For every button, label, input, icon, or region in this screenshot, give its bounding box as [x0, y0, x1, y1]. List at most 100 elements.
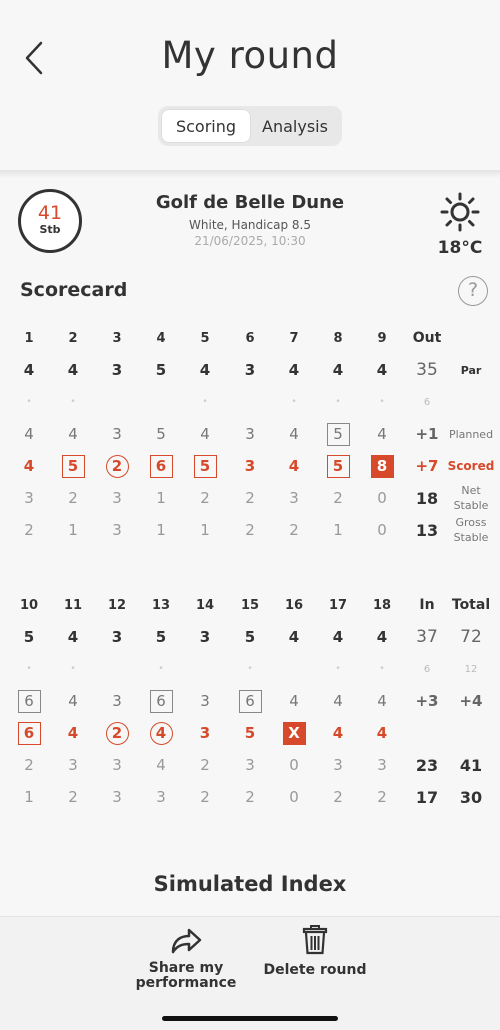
planned-score-value: 4 — [289, 692, 299, 710]
scored-value-value: 5 — [199, 457, 211, 475]
stroke-dot: • — [323, 387, 353, 417]
gross-stableford: 2 — [235, 782, 265, 812]
planned-score-value: 4 — [68, 425, 78, 443]
planned-score: 4 — [279, 419, 309, 449]
stableford-unit: Stb — [39, 223, 61, 236]
back-total-net: 23 — [415, 755, 439, 775]
back-scored-value-row: 6 4 2 4 3 5 X 4 4 — [0, 718, 500, 748]
scored-value-value: 2 — [111, 457, 123, 475]
grand-total-par: 72 — [460, 627, 482, 647]
planned-score-value: 3 — [200, 692, 210, 710]
net-stableford-value: 3 — [24, 489, 34, 507]
front-total-net: 18 — [415, 488, 439, 508]
hole-number-value: 1 — [24, 330, 34, 346]
net-stableford: 2 — [323, 483, 353, 513]
scored-value-square-marker: 6 — [17, 721, 41, 745]
stroke-dot: • — [14, 387, 44, 417]
scored-value: 6 — [146, 451, 176, 481]
stroke-dot: • — [367, 387, 397, 417]
gross-stableford: 3 — [102, 782, 132, 812]
scored-value: 2 — [102, 451, 132, 481]
gross-stableford: 2 — [279, 515, 309, 545]
net-stableford: 2 — [14, 750, 44, 780]
stroke-dot-value: • — [379, 397, 385, 407]
hole-number-value: 6 — [245, 330, 255, 346]
gross-stableford: 2 — [367, 782, 397, 812]
gross-stableford-value: 3 — [112, 788, 122, 806]
front-total-strokes: 6 — [423, 396, 431, 408]
hole-par: 3 — [235, 355, 265, 385]
gross-stableford: 1 — [14, 782, 44, 812]
stroke-dot — [146, 387, 176, 417]
scored-value-value: 4 — [67, 724, 79, 742]
gross-stableford: 1 — [190, 515, 220, 545]
net-stableford-value: 3 — [112, 756, 122, 774]
planned-score: 4 — [58, 419, 88, 449]
hole-number: 5 — [190, 323, 220, 353]
net-stableford-value: 0 — [377, 489, 387, 507]
hole-number: 13 — [146, 590, 176, 620]
home-indicator — [162, 1016, 338, 1021]
course-info: Golf de Belle Dune White, Handicap 8.5 2… — [120, 192, 380, 249]
scored-value: 4 — [14, 451, 44, 481]
scored-value-filled-marker: X — [282, 721, 306, 745]
temperature: 18°C — [437, 238, 483, 258]
planned-score: 3 — [102, 686, 132, 716]
simulated-index-title: Simulated Index — [153, 872, 347, 896]
hole-number: 12 — [102, 590, 132, 620]
planned-score-square-marker: 6 — [17, 689, 41, 713]
hole-number: 4 — [146, 323, 176, 353]
net-stableford-value: 3 — [289, 489, 299, 507]
scored-value: 5 — [235, 718, 265, 748]
scored-value-value: 3 — [244, 457, 256, 475]
net-stableford: 3 — [235, 750, 265, 780]
net-stableford: 2 — [190, 750, 220, 780]
stroke-dot: • — [58, 387, 88, 417]
grand-total-net: 41 — [459, 755, 483, 775]
back-total-planned: +3 — [415, 692, 439, 710]
hole-par-value: 5 — [155, 361, 167, 379]
net-stableford: 3 — [102, 750, 132, 780]
net-stableford-value: 2 — [333, 489, 343, 507]
net-stableford: 3 — [367, 750, 397, 780]
scored-value-value: 4 — [288, 457, 300, 475]
scored-value: 8 — [367, 451, 397, 481]
scorecard-title: Scorecard — [20, 279, 128, 301]
grand-total-planned: +4 — [459, 692, 483, 710]
delete-round-button[interactable]: Delete round — [262, 925, 368, 978]
scored-value-square-marker: 6 — [149, 454, 173, 478]
planned-score: 4 — [190, 419, 220, 449]
net-stable-row-label: Net Stable — [453, 484, 489, 512]
stroke-dot-value: • — [335, 397, 341, 407]
tab-analysis[interactable]: Analysis — [251, 109, 339, 143]
planned-score-value: 3 — [245, 425, 255, 443]
front-total-planned: +1 — [415, 425, 439, 443]
planned-score: 5 — [146, 419, 176, 449]
stroke-dot-value: • — [247, 664, 253, 674]
gross-stableford: 2 — [190, 782, 220, 812]
scored-value-value: 4 — [332, 724, 344, 742]
scored-value: 4 — [58, 718, 88, 748]
hole-par-value: 5 — [23, 628, 35, 646]
scored-row-label: Scored — [447, 458, 495, 473]
gross-stableford: 0 — [367, 515, 397, 545]
net-stableford-value: 3 — [68, 756, 78, 774]
scored-value-value: 4 — [23, 457, 35, 475]
scored-value-circle-marker: 2 — [105, 721, 129, 745]
scored-value-circle-marker: 4 — [149, 721, 173, 745]
hole-par: 4 — [279, 355, 309, 385]
planned-score: 4 — [367, 686, 397, 716]
delete-round-label: Delete round — [263, 962, 367, 978]
hole-par: 4 — [323, 355, 353, 385]
gross-stableford: 2 — [14, 515, 44, 545]
help-button[interactable]: ? — [458, 276, 488, 306]
planned-score-value: 6 — [245, 692, 255, 710]
tab-scoring[interactable]: Scoring — [161, 109, 251, 143]
planned-score: 3 — [102, 419, 132, 449]
net-stableford-value: 1 — [156, 489, 166, 507]
sun-icon — [440, 192, 480, 232]
scored-value-value: 5 — [332, 457, 344, 475]
scored-value-filled-marker: 8 — [370, 454, 394, 478]
share-performance-button[interactable]: Share my performance — [128, 925, 244, 991]
net-stableford-value: 3 — [333, 756, 343, 774]
